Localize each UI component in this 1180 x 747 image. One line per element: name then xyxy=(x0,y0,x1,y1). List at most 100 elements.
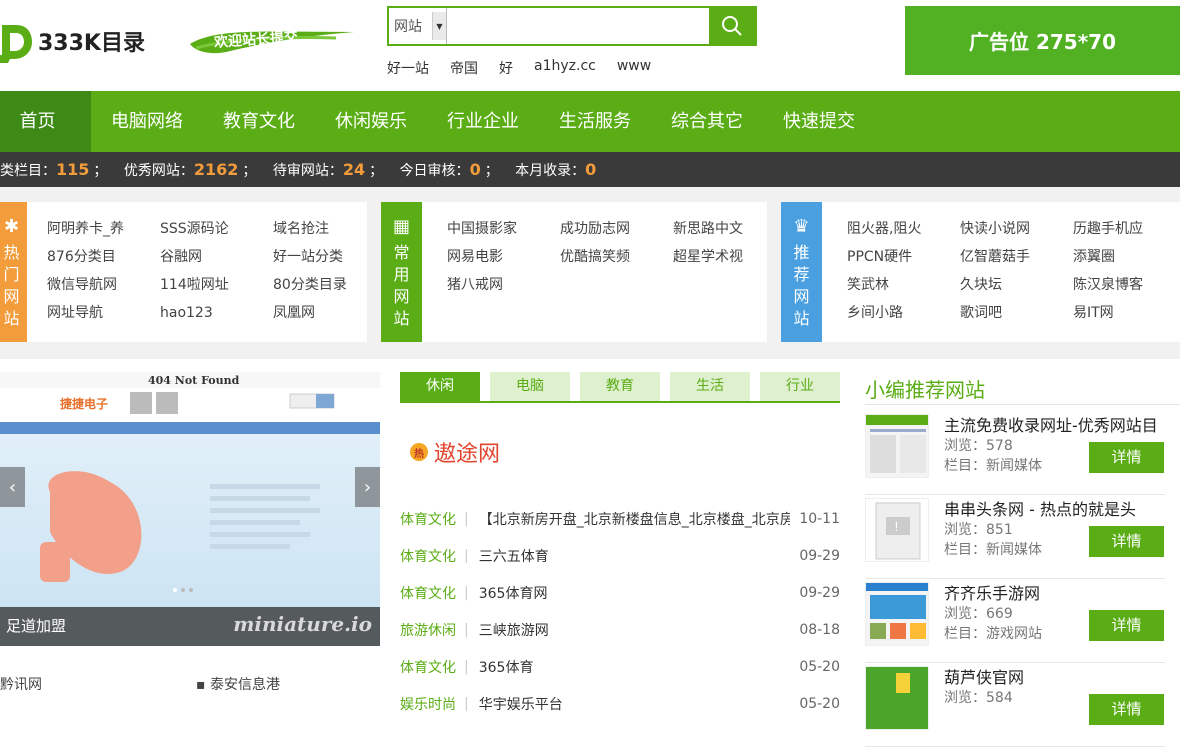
hot-sites-tag: ✱ 热门网站 xyxy=(0,202,27,342)
logo-text: 333K目录 xyxy=(38,31,145,56)
list-item[interactable]: 体育文化 | 【北京新房开盘_北京新楼盘信息_北京楼盘_北京房 10-11 xyxy=(400,500,840,537)
site-link[interactable]: 优酷搞笑频 xyxy=(560,243,673,271)
site-stats-bar: 类栏目：115； 优秀网站：2162； 待审网站：24； 今日审核：0； 本月收… xyxy=(0,152,1180,187)
site-logo[interactable]: 333K目录 xyxy=(0,18,145,64)
recommend-name[interactable]: 齐齐乐手游网 xyxy=(944,580,1174,604)
hot-keyword[interactable]: 帝国 xyxy=(450,58,478,78)
nav-computer-network[interactable]: 电脑网络 xyxy=(91,91,203,152)
site-link[interactable]: 亿智蘑菇手 xyxy=(960,243,1073,271)
site-link[interactable]: 新思路中文 xyxy=(673,215,786,243)
ad-banner[interactable]: 广告位 275*70 xyxy=(905,6,1180,75)
site-link[interactable]: 域名抢注 xyxy=(273,215,386,243)
hot-badge-icon: 热 xyxy=(410,443,428,461)
site-link[interactable]: 易IT网 xyxy=(1073,299,1180,327)
bottom-link[interactable]: ▪ 泰安信息港 xyxy=(196,674,280,694)
stat-value-categories: 115 xyxy=(56,160,90,179)
site-thumbnail[interactable] xyxy=(865,582,929,646)
site-link[interactable]: 添翼圈 xyxy=(1073,243,1180,271)
site-link[interactable]: 乡间小路 xyxy=(847,299,960,327)
slider-next-button[interactable]: › xyxy=(355,467,380,507)
site-thumbnail[interactable]: ! xyxy=(865,498,929,562)
tab-leisure[interactable]: 休闲 xyxy=(400,372,480,401)
nav-education-culture[interactable]: 教育文化 xyxy=(203,91,315,152)
nav-quick-submit[interactable]: 快速提交 xyxy=(763,91,875,152)
details-button[interactable]: 详情 xyxy=(1089,610,1164,641)
site-link[interactable]: 历趣手机应 xyxy=(1073,215,1180,243)
list-item[interactable]: 娱乐时尚 | 华宇娱乐平台 05-20 xyxy=(400,685,840,722)
recommend-name[interactable]: 葫芦侠官网 xyxy=(944,664,1174,688)
site-link[interactable]: 笑武林 xyxy=(847,271,960,299)
hot-keyword[interactable]: a1hyz.cc xyxy=(534,58,596,78)
select-arrow-icon[interactable]: ▼ xyxy=(432,12,446,40)
hot-keyword[interactable]: www xyxy=(617,58,651,78)
main-nav: 首页 电脑网络 教育文化 休闲娱乐 行业企业 生活服务 综合其它 快速提交 xyxy=(0,91,1180,152)
logo-mark-icon xyxy=(0,21,34,63)
site-link[interactable]: 久块坛 xyxy=(960,271,1073,299)
site-link[interactable]: 微信导航网 xyxy=(47,271,160,299)
nav-leisure-entertainment[interactable]: 休闲娱乐 xyxy=(315,91,427,152)
site-link[interactable]: SSS源码论 xyxy=(160,215,273,243)
slide-watermark: miniature.io xyxy=(233,612,372,636)
bottom-link[interactable]: 黔讯网 xyxy=(0,674,42,694)
list-item[interactable]: 旅游休闲 | 三峡旅游网 08-18 xyxy=(400,611,840,648)
list-item[interactable]: 体育文化 | 三六五体育 09-29 xyxy=(400,537,840,574)
search-input[interactable] xyxy=(447,8,709,44)
list-item[interactable]: 体育文化 | 365体育 05-20 xyxy=(400,648,840,685)
site-link[interactable]: 80分类目录 xyxy=(273,271,386,299)
featured-site[interactable]: 热 遨途网 xyxy=(410,436,500,468)
site-link[interactable]: 超星学术视 xyxy=(673,243,786,271)
tab-computer[interactable]: 电脑 xyxy=(490,372,570,401)
site-link[interactable]: 网易电影 xyxy=(447,243,560,271)
hot-keyword[interactable]: 好 xyxy=(499,58,513,78)
nav-life-services[interactable]: 生活服务 xyxy=(539,91,651,152)
site-link[interactable]: 凤凰网 xyxy=(273,299,386,327)
category-tabs: 休闲 电脑 教育 生活 行业 xyxy=(400,372,840,403)
slider-prev-button[interactable]: ‹ xyxy=(0,467,25,507)
details-button[interactable]: 详情 xyxy=(1089,526,1164,557)
nav-industry-business[interactable]: 行业企业 xyxy=(427,91,539,152)
details-button[interactable]: 详情 xyxy=(1089,442,1164,473)
site-link[interactable]: 好一站分类 xyxy=(273,243,386,271)
nav-other[interactable]: 综合其它 xyxy=(651,91,763,152)
site-link[interactable]: 歌词吧 xyxy=(960,299,1073,327)
recommend-meta: 浏览：584 xyxy=(944,690,1013,706)
fire-icon: ✱ xyxy=(3,216,20,237)
site-link[interactable]: 陈汉泉博客 xyxy=(1073,271,1180,299)
list-item[interactable]: 体育文化 | 365体育网 09-29 xyxy=(400,574,840,611)
site-thumbnail[interactable] xyxy=(865,414,929,478)
site-link[interactable]: PPCN硬件 xyxy=(847,243,960,271)
divider xyxy=(865,404,1180,405)
common-sites-tag: ▦ 常用网站 xyxy=(381,202,422,342)
recommend-name[interactable]: 主流免费收录网址-优秀网站目 xyxy=(944,412,1174,436)
search-button[interactable] xyxy=(709,8,755,44)
details-button[interactable]: 详情 xyxy=(1089,694,1164,725)
news-list: 体育文化 | 【北京新房开盘_北京新楼盘信息_北京楼盘_北京房 10-11 体育文化 |… xyxy=(400,500,840,722)
site-link[interactable]: 阿明养卡_养 xyxy=(47,215,160,243)
recommend-name[interactable]: 串串头条网 - 热点的就是头 xyxy=(944,496,1174,520)
tab-life[interactable]: 生活 xyxy=(670,372,750,401)
stat-label: 类栏目： xyxy=(0,163,56,179)
site-link[interactable]: 876分类目 xyxy=(47,243,160,271)
search-type-select[interactable]: 网站 ▼ xyxy=(389,8,447,44)
tab-industry[interactable]: 行业 xyxy=(760,372,840,401)
site-link[interactable]: 网址导航 xyxy=(47,299,160,327)
slider-caption[interactable]: 足道加盟 miniature.io xyxy=(0,607,380,646)
site-link[interactable]: 成功励志网 xyxy=(560,215,673,243)
stat-value-today: 0 xyxy=(469,160,481,179)
tab-education[interactable]: 教育 xyxy=(580,372,660,401)
site-thumbnail[interactable] xyxy=(865,666,929,730)
site-link[interactable]: 114啦网址 xyxy=(160,271,273,299)
site-link[interactable]: 中国摄影家 xyxy=(447,215,560,243)
site-link[interactable]: hao123 xyxy=(160,299,273,327)
site-link[interactable]: 阻火器,阻火 xyxy=(847,215,960,243)
featured-title: 遨途网 xyxy=(434,442,501,467)
hot-keyword[interactable]: 好一站 xyxy=(387,58,429,78)
site-link[interactable]: 猪八戒网 xyxy=(447,271,560,299)
stat-label: 本月收录： xyxy=(515,163,586,179)
recommend-item: 葫芦侠官网 浏览：584 详情 xyxy=(865,662,1165,747)
hot-sites-links: 阿明养卡_养 SSS源码论 域名抢注 876分类目 谷融网 好一站分类 微信导航网 114… xyxy=(47,215,386,327)
site-link[interactable]: 快读小说网 xyxy=(960,215,1073,243)
site-link[interactable]: 谷融网 xyxy=(160,243,273,271)
crown-icon: ♛ xyxy=(793,216,810,237)
nav-home[interactable]: 首页 xyxy=(0,91,91,152)
